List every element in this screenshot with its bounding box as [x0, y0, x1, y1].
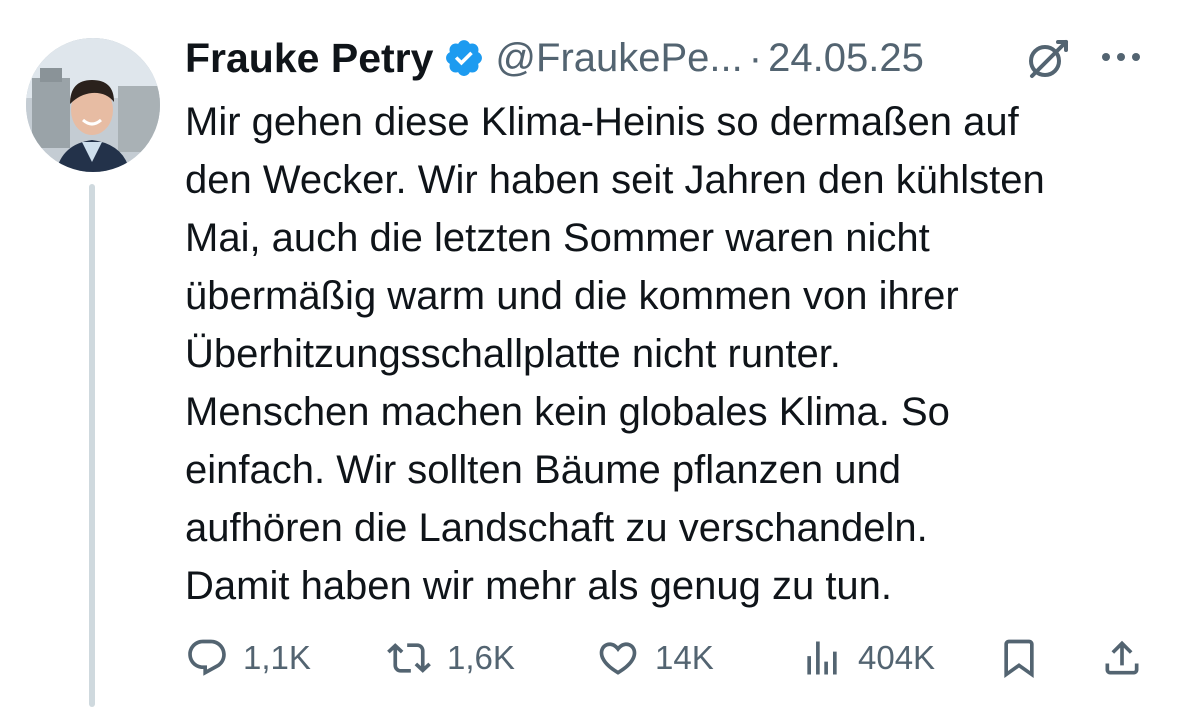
avatar[interactable]: [26, 38, 160, 172]
retweet-icon: [387, 643, 431, 673]
tweet-text-line: Damit haben wir mehr als genug zu tun.: [185, 564, 893, 608]
separator-dot: ·: [748, 35, 763, 80]
heart-icon: [599, 642, 637, 675]
tweet-text-line: einfach. Wir sollten Bäume pflanzen und: [185, 448, 901, 492]
tweet-text-line: aufhören die Landschaft zu verschandeln.: [185, 506, 928, 550]
like-button[interactable]: 14K: [595, 630, 714, 686]
tweet-text: Mir gehen diese Klima-Heinis so dermaßen…: [185, 93, 1160, 615]
tweet-date[interactable]: 24.05.25: [768, 36, 924, 81]
thread-line: [89, 184, 95, 707]
tweet-text-line: Mir gehen diese Klima-Heinis so dermaßen…: [185, 100, 1019, 144]
verified-badge-icon[interactable]: [443, 37, 485, 79]
reply-button[interactable]: 1,1K: [185, 630, 311, 686]
tweet-text-line: Überhitzungsschallplatte nicht runter.: [185, 332, 841, 376]
tweet-text-line: übermäßig warm und die kommen von ihrer: [185, 274, 959, 318]
tweet-text-line: Menschen machen kein globales Klima. So: [185, 390, 950, 434]
bookmark-icon: [1004, 639, 1034, 679]
like-count: 14K: [655, 639, 714, 676]
views-icon: [807, 641, 837, 675]
reply-count: 1,1K: [243, 639, 311, 676]
tweet-header: Frauke Petry @FraukePe... · 24.05.25: [185, 28, 924, 88]
views-button[interactable]: 404K: [800, 630, 935, 686]
tweet-text-line: Mai, auch die letzten Sommer waren nicht: [185, 216, 930, 260]
retweet-count: 1,6K: [447, 639, 515, 676]
tweet[interactable]: Frauke Petry @FraukePe... · 24.05.25 Mir…: [0, 0, 1179, 707]
grok-icon[interactable]: [1022, 34, 1072, 84]
reply-icon: [188, 639, 226, 676]
retweet-button[interactable]: 1,6K: [385, 630, 515, 686]
action-bar: 1,1K 1,6K 14K 404K: [185, 630, 1155, 686]
more-icon[interactable]: [1097, 42, 1147, 72]
display-name[interactable]: Frauke Petry: [185, 35, 433, 82]
tweet-text-line: den Wecker. Wir haben seit Jahren den kü…: [185, 158, 1045, 202]
bookmark-button[interactable]: [997, 630, 1041, 686]
share-icon: [1105, 640, 1139, 675]
share-button[interactable]: [1100, 630, 1144, 686]
user-handle[interactable]: @FraukePe...: [495, 36, 742, 81]
views-count: 404K: [858, 639, 936, 676]
